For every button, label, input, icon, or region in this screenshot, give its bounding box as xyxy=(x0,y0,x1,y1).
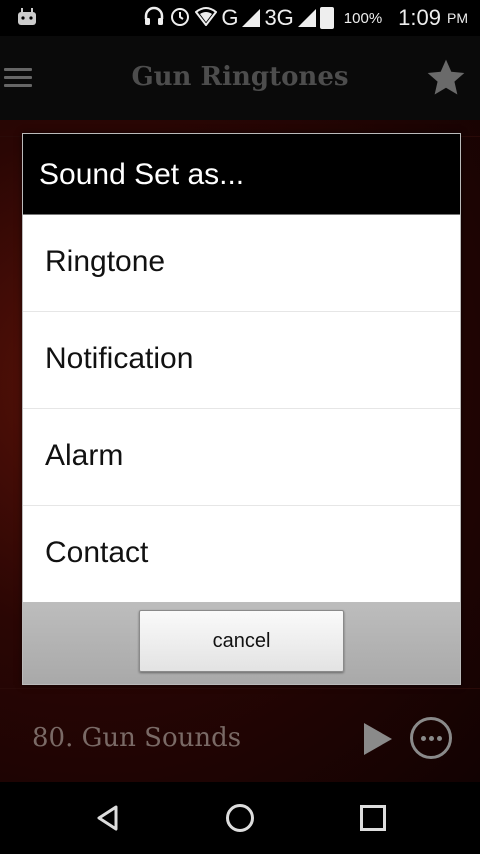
star-icon[interactable] xyxy=(424,56,468,100)
clock-time: 1:09 xyxy=(398,5,441,30)
option-label: Alarm xyxy=(45,439,124,472)
option-label: Notification xyxy=(45,342,194,375)
dialog-title: Sound Set as... xyxy=(39,158,245,191)
battery-percentage: 100% xyxy=(343,9,383,27)
recent-apps-icon[interactable] xyxy=(360,805,386,831)
app-title: Gun Ringtones xyxy=(131,62,349,92)
alarm-clock-icon xyxy=(169,5,191,32)
status-bar: G 3G 100% 1:09 PM xyxy=(0,0,480,36)
signal-strength-icon xyxy=(242,9,261,27)
option-label: Contact xyxy=(45,536,149,569)
option-alarm[interactable]: Alarm xyxy=(23,409,460,506)
list-item[interactable]: 80. Gun Sounds xyxy=(0,688,480,785)
option-notification[interactable]: Notification xyxy=(23,312,460,409)
play-icon[interactable] xyxy=(364,723,392,755)
navigation-bar xyxy=(0,782,480,854)
app-bar: Gun Ringtones xyxy=(0,36,480,120)
clock-ampm: PM xyxy=(447,10,468,26)
option-contact[interactable]: Contact xyxy=(23,506,460,603)
network-type-2: 3G xyxy=(264,5,294,30)
network-type-1: G xyxy=(221,5,239,30)
wifi-signal-icon xyxy=(194,6,218,31)
list-item-label: 80. Gun Sounds xyxy=(32,723,242,753)
more-options-icon[interactable] xyxy=(410,717,452,759)
dialog-footer: cancel xyxy=(23,602,460,684)
option-label: Ringtone xyxy=(45,245,166,278)
android-notification-icon xyxy=(16,7,38,27)
sound-set-dialog: Sound Set as... Ringtone Notification Al… xyxy=(22,133,461,685)
cancel-button[interactable]: cancel xyxy=(139,610,344,672)
back-icon[interactable] xyxy=(94,804,122,832)
dialog-header: Sound Set as... xyxy=(23,134,460,215)
headset-icon xyxy=(143,5,165,32)
battery-icon xyxy=(319,7,334,29)
home-icon[interactable] xyxy=(226,804,254,832)
option-ringtone[interactable]: Ringtone xyxy=(23,215,460,312)
signal-strength-icon-2 xyxy=(297,9,316,27)
